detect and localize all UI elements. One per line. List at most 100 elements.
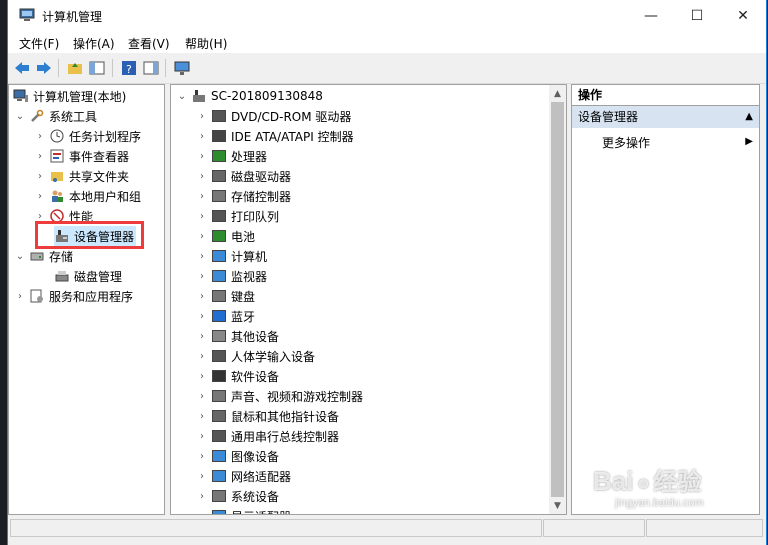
device-category-label: 存储控制器	[231, 189, 292, 204]
paw-icon: ●	[636, 470, 651, 495]
submenu-arrow-icon[interactable]: ▶	[745, 136, 753, 147]
device-category-label: 图像设备	[231, 449, 280, 464]
device-category-label: 系统设备	[231, 489, 280, 504]
status-bar	[8, 516, 766, 538]
chevron-right-icon[interactable]: ›	[197, 291, 207, 302]
device-category-icon	[211, 348, 227, 364]
device-category-label: 软件设备	[231, 369, 280, 384]
chevron-right-icon[interactable]: ›	[197, 351, 207, 362]
chevron-right-icon[interactable]: ›	[197, 271, 207, 282]
device-category-row[interactable]: › 监视器	[197, 266, 267, 286]
device-tree-root-label: SC-201809130848	[211, 89, 323, 103]
scroll-down-arrow-icon[interactable]: ▼	[549, 497, 566, 514]
chevron-right-icon[interactable]: ›	[197, 451, 207, 462]
scroll-up-arrow-icon[interactable]: ▲	[549, 85, 566, 102]
device-tree-pane: ⌄ SC-201809130848 › DVD/CD-ROM 驱动器 › IDE AT…	[170, 84, 567, 515]
more-actions-label: 更多操作	[602, 136, 651, 150]
device-category-row[interactable]: › 图像设备	[197, 446, 279, 466]
chevron-right-icon[interactable]: ›	[197, 391, 207, 402]
device-category-row[interactable]: › 打印队列	[197, 206, 279, 226]
device-category-label: 磁盘驱动器	[231, 169, 292, 184]
device-category-icon	[211, 448, 227, 464]
device-category-row[interactable]: › 键盘	[197, 286, 255, 306]
chevron-right-icon[interactable]: ›	[197, 131, 207, 142]
chevron-right-icon[interactable]: ›	[197, 411, 207, 422]
device-category-label: 键盘	[231, 289, 256, 304]
device-category-row[interactable]: › 磁盘驱动器	[197, 166, 291, 186]
status-cell	[10, 519, 542, 537]
watermark-url: jingyan.baidu.com	[615, 497, 704, 509]
device-category-label: 网络适配器	[231, 469, 292, 484]
device-category-icon	[211, 188, 227, 204]
device-category-row[interactable]: › 鼠标和其他指针设备	[197, 406, 339, 426]
status-cell	[543, 519, 645, 537]
device-category-row[interactable]: › 计算机	[197, 246, 267, 266]
device-category-icon	[211, 388, 227, 404]
scrollbar-thumb[interactable]	[551, 102, 564, 497]
device-category-row[interactable]: › 其他设备	[197, 326, 279, 346]
device-category-label: DVD/CD-ROM 驱动器	[231, 109, 352, 124]
device-category-row[interactable]: › 人体学输入设备	[197, 346, 315, 366]
device-category-row[interactable]: › 网络适配器	[197, 466, 291, 486]
device-category-label: 处理器	[231, 149, 268, 164]
device-category-icon	[211, 248, 227, 264]
device-category-icon	[211, 368, 227, 384]
watermark-brand: Bai	[593, 466, 634, 496]
device-category-icon	[211, 408, 227, 424]
device-category-row[interactable]: › DVD/CD-ROM 驱动器	[197, 106, 351, 126]
vertical-scrollbar[interactable]: ▲ ▼	[549, 85, 566, 514]
device-category-icon	[211, 268, 227, 284]
chevron-right-icon[interactable]: ›	[197, 171, 207, 182]
chevron-right-icon[interactable]: ›	[197, 191, 207, 202]
device-category-icon	[211, 508, 227, 514]
chevron-right-icon[interactable]: ›	[197, 491, 207, 502]
device-category-icon	[211, 128, 227, 144]
device-category-icon	[211, 148, 227, 164]
chevron-right-icon[interactable]: ›	[197, 151, 207, 162]
computer-management-window: 计算机管理 — ☐ ✕ 文件(F) 操作(A) 查看(V) 帮助(H) ? 计算…	[7, 0, 767, 545]
device-category-icon	[211, 308, 227, 324]
chevron-right-icon[interactable]: ›	[197, 511, 207, 515]
chevron-right-icon[interactable]: ›	[197, 231, 207, 242]
device-category-row[interactable]: › 显示适配器	[197, 506, 291, 515]
device-category-label: 监视器	[231, 269, 268, 284]
collapse-triangle-icon[interactable]: ▲	[745, 106, 753, 128]
chevron-right-icon[interactable]: ›	[197, 111, 207, 122]
chevron-right-icon[interactable]: ›	[197, 311, 207, 322]
device-category-label: 计算机	[231, 249, 268, 264]
chevron-right-icon[interactable]: ›	[197, 371, 207, 382]
chevron-right-icon[interactable]: ›	[197, 431, 207, 442]
device-category-row[interactable]: › IDE ATA/ATAPI 控制器	[197, 126, 354, 146]
status-cell	[646, 519, 763, 537]
device-category-row[interactable]: › 电池	[197, 226, 255, 246]
computer-icon	[191, 88, 207, 104]
chevron-right-icon[interactable]: ›	[197, 471, 207, 482]
device-category-row[interactable]: › 通用串行总线控制器	[197, 426, 339, 446]
device-category-label: 打印队列	[231, 209, 280, 224]
device-category-label: 显示适配器	[231, 508, 291, 515]
device-category-label: 电池	[231, 229, 256, 244]
device-category-icon	[211, 468, 227, 484]
device-category-row[interactable]: › 系统设备	[197, 486, 279, 506]
device-category-icon	[211, 168, 227, 184]
device-category-label: 声音、视频和游戏控制器	[231, 389, 364, 404]
device-category-row[interactable]: › 声音、视频和游戏控制器	[197, 386, 363, 406]
chevron-right-icon[interactable]: ›	[197, 251, 207, 262]
device-category-label: 人体学输入设备	[231, 349, 316, 364]
device-category-row[interactable]: › 处理器	[197, 146, 267, 166]
actions-section-device-manager[interactable]: 设备管理器 ▲	[572, 106, 759, 128]
device-category-row[interactable]: › 存储控制器	[197, 186, 291, 206]
watermark-jingyan: 经验	[653, 469, 702, 496]
chevron-right-icon[interactable]: ›	[197, 331, 207, 342]
device-category-icon	[211, 288, 227, 304]
device-category-row[interactable]: › 蓝牙	[197, 306, 255, 326]
actions-header: 操作	[572, 85, 759, 106]
device-tree-root[interactable]: ⌄ SC-201809130848	[177, 86, 323, 106]
device-category-label: 通用串行总线控制器	[231, 429, 340, 444]
device-category-icon	[211, 208, 227, 224]
more-actions[interactable]: 更多操作	[602, 134, 650, 151]
chevron-right-icon[interactable]: ›	[197, 211, 207, 222]
device-category-row[interactable]: › 软件设备	[197, 366, 279, 386]
device-category-label: 鼠标和其他指针设备	[231, 409, 340, 424]
chevron-down-icon[interactable]: ⌄	[177, 91, 187, 102]
